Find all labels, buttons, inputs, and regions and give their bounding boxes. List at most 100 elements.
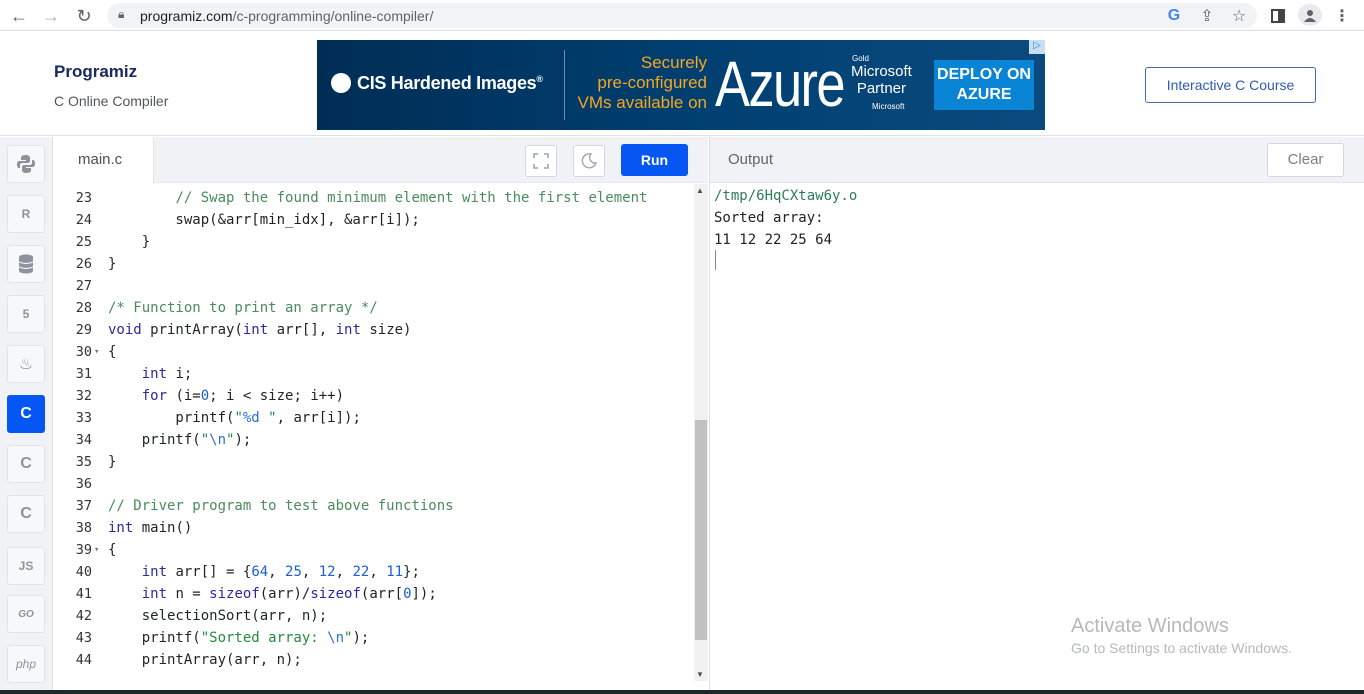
dark-mode-icon[interactable] (573, 145, 605, 177)
code-line[interactable]: 28 /* Function to print an array */ (54, 297, 694, 319)
ad-tagline: Securely pre-configured VMs available on (577, 53, 707, 112)
code-text: // Driver program to test above function… (108, 498, 454, 514)
reload-icon[interactable]: ↻ (73, 5, 95, 27)
code-area[interactable]: 23 // Swap the found minimum element wit… (54, 187, 694, 694)
activate-windows-title: Activate Windows (1071, 615, 1229, 637)
ad-divider (564, 50, 565, 120)
fold-toggle-icon[interactable]: ▾ (94, 539, 99, 561)
line-number: 40 (75, 564, 92, 580)
azure-ad-banner[interactable]: CIS Hardened Images® Securely pre-config… (317, 40, 1045, 130)
code-text: int n = sizeof(arr)/sizeof(arr[0]); (141, 586, 437, 602)
line-number: 36 (75, 476, 92, 492)
lock-icon: 🔒︎ (118, 7, 125, 21)
line-number: 28 (75, 300, 92, 316)
tab-main-c[interactable]: main.c (54, 137, 154, 184)
language-sidebar: R 5 ♨ C C C JS GO php (0, 137, 53, 694)
code-line[interactable]: 32 for (i=0; i < size; i++) (54, 385, 694, 407)
sidepanel-icon[interactable] (1268, 6, 1288, 26)
python-icon[interactable] (7, 145, 45, 183)
code-text: { (108, 344, 117, 360)
adchoices-icon[interactable]: ▷ (1029, 40, 1045, 54)
menu-icon[interactable]: ⋮ (1332, 6, 1352, 26)
code-line[interactable]: 26} (54, 253, 694, 275)
line-number: 37 (75, 498, 92, 514)
code-line[interactable]: 42 selectionSort(arr, n); (54, 605, 694, 627)
line-number: 35 (75, 454, 92, 470)
scroll-up-icon[interactable]: ▲ (696, 186, 704, 195)
code-line[interactable]: 38 int main() (54, 517, 694, 539)
google-icon[interactable]: G (1164, 6, 1184, 26)
interactive-course-button[interactable]: Interactive C Course (1145, 67, 1316, 103)
code-line[interactable]: 37 // Driver program to test above functi… (54, 495, 694, 517)
ad-deploy-button[interactable]: DEPLOY ON AZURE (934, 60, 1034, 110)
profile-icon[interactable] (1298, 4, 1322, 26)
line-number: 27 (75, 278, 92, 294)
r-language-icon[interactable]: R (7, 195, 45, 233)
console-cursor (715, 250, 716, 270)
code-text: /* Function to print an array */ (108, 300, 378, 316)
line-number: 41 (75, 586, 92, 602)
csharp-icon[interactable]: C (7, 495, 45, 533)
clear-button[interactable]: Clear (1267, 143, 1344, 177)
back-icon[interactable]: ← (8, 5, 30, 27)
code-line[interactable]: 30 ▾ { (54, 341, 694, 363)
address-bar[interactable]: 🔒︎ programiz.com/c-programming/online-co… (107, 3, 1257, 28)
php-icon[interactable]: php (7, 645, 45, 683)
output-panel: Output Clear /tmp/6HqCXtaw6y.o Sorted arr… (709, 137, 1364, 694)
editor-scrollbar[interactable]: ▲ ▼ (694, 184, 708, 681)
fullscreen-icon[interactable] (525, 145, 557, 177)
line-number: 33 (75, 410, 92, 426)
code-line[interactable]: 34 printf("\n"); (54, 429, 694, 451)
code-text: } (108, 256, 117, 272)
line-number: 29 (75, 322, 92, 338)
code-line[interactable]: 40 int arr[] = {64, 25, 12, 22, 11}; (54, 561, 694, 583)
star-icon[interactable]: ☆ (1229, 6, 1249, 26)
page-subtitle: C Online Compiler (54, 93, 169, 109)
output-label: Output (728, 151, 774, 168)
line-number: 34 (75, 432, 92, 448)
code-line[interactable]: 29 void printArray(int arr[], int size) (54, 319, 694, 341)
browser-toolbar: ← → ↻ 🔒︎ programiz.com/c-programming/onl… (0, 0, 1364, 31)
code-line[interactable]: 36 (54, 473, 694, 495)
forward-icon[interactable]: → (40, 5, 62, 27)
code-line[interactable]: 25 } (54, 231, 694, 253)
share-icon[interactable]: ⇪ (1197, 6, 1217, 26)
programiz-logo[interactable]: Programiz (54, 62, 137, 82)
ad-microsoft-small: Microsoft (872, 102, 905, 111)
code-line[interactable]: 23 // Swap the found minimum element wit… (54, 187, 694, 209)
code-line[interactable]: 24 swap(&arr[min_idx], &arr[i]); (54, 209, 694, 231)
cpp-icon[interactable]: C (7, 445, 45, 483)
line-number: 32 (75, 388, 92, 404)
url-text: programiz.com/c-programming/online-compi… (140, 8, 434, 24)
line-number: 23 (75, 190, 92, 206)
sql-icon[interactable] (7, 245, 45, 283)
output-console[interactable]: /tmp/6HqCXtaw6y.o Sorted array: 11 12 22 2… (714, 185, 857, 251)
code-line[interactable]: 33 printf("%d ", arr[i]); (54, 407, 694, 429)
html-icon[interactable]: 5 (7, 295, 45, 333)
code-line[interactable]: 31 int i; (54, 363, 694, 385)
scroll-down-icon[interactable]: ▼ (696, 670, 704, 679)
code-line[interactable]: 41 int n = sizeof(arr)/sizeof(arr[0]); (54, 583, 694, 605)
run-button[interactable]: Run (621, 144, 688, 176)
code-text: } (108, 454, 117, 470)
output-toolbar: Output Clear (710, 137, 1364, 183)
line-number: 25 (75, 234, 92, 250)
code-text: printf("\n"); (108, 432, 252, 448)
code-text: { (108, 542, 117, 558)
go-icon[interactable]: GO (7, 595, 45, 633)
code-line[interactable]: 44 printArray(arr, n); (54, 649, 694, 671)
code-text: // Swap the found minimum element with t… (175, 190, 648, 206)
java-icon[interactable]: ♨ (7, 345, 45, 383)
line-number: 31 (75, 366, 92, 382)
code-line[interactable]: 35} (54, 451, 694, 473)
code-line[interactable]: 27 (54, 275, 694, 297)
javascript-icon[interactable]: JS (7, 547, 45, 585)
scrollbar-thumb[interactable] (695, 420, 707, 640)
code-line[interactable]: 43 printf("Sorted array: \n"); (54, 627, 694, 649)
c-language-icon[interactable]: C (7, 395, 45, 433)
line-number: 26 (75, 256, 92, 272)
activate-windows-text: Go to Settings to activate Windows. (1071, 640, 1292, 656)
fold-toggle-icon[interactable]: ▾ (94, 341, 99, 363)
code-line[interactable]: 39 ▾ { (54, 539, 694, 561)
ad-ms-partner: Microsoft Partner (851, 63, 912, 97)
